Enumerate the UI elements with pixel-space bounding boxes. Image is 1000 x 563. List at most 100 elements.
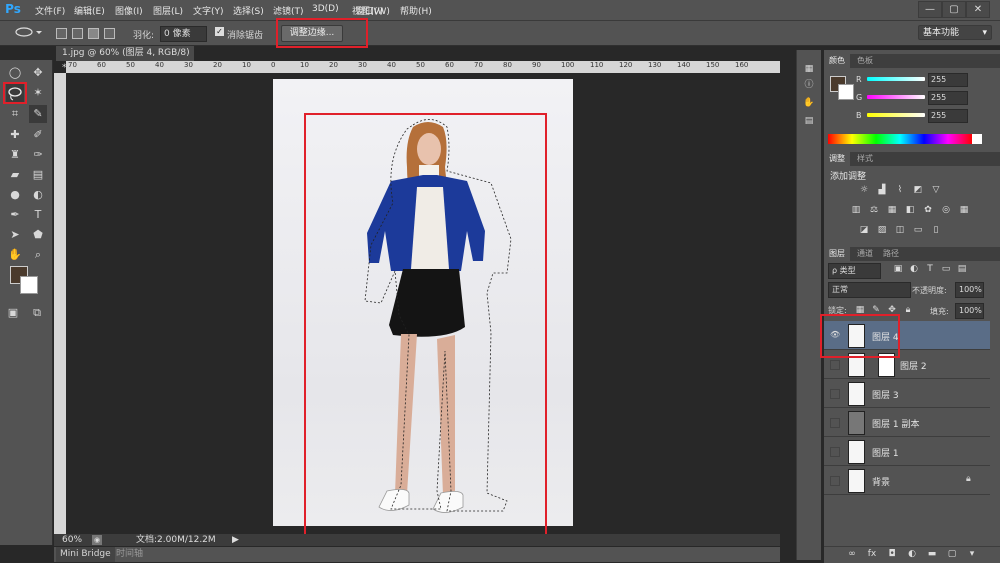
layer-filter-select[interactable]: ρ 类型 [828,263,881,279]
mixer-icon[interactable]: ◎ [940,205,952,216]
fill-input[interactable]: 100% [955,303,984,319]
opacity-input[interactable]: 100% [955,282,984,298]
layer-row[interactable]: 图层 1 [824,437,990,466]
gradient-tool-icon[interactable]: ▤ [29,166,47,184]
vibrance-icon[interactable]: ▥ [850,205,862,216]
filter-type-icon[interactable]: T [924,264,936,275]
brush-preset-icon[interactable]: ▤ [803,116,815,127]
tab-swatches[interactable]: 色板 [852,54,878,68]
visibility-toggle[interactable] [830,476,840,486]
r-slider[interactable] [867,77,925,81]
magic-wand-icon[interactable]: ✶ [29,84,47,102]
zoom-level[interactable]: 60% [62,534,82,546]
brightness-icon[interactable]: ☼ [858,185,870,196]
intersect-selection-icon[interactable] [104,28,115,39]
eraser-tool-icon[interactable]: ▰ [6,166,24,184]
tab-adjustments[interactable]: 调整 [824,152,850,166]
lasso-tool-preset-icon[interactable] [14,27,42,39]
filter-adjust-icon[interactable]: ◐ [908,264,920,275]
menu-3d[interactable]: 3D(D) [312,4,339,14]
hue-icon[interactable]: ▦ [886,205,898,216]
document-tab[interactable]: 1.jpg @ 60% (图层 4, RGB/8) * × [56,46,194,73]
healing-tool-icon[interactable]: ✚ [6,126,24,144]
blend-mode-select[interactable]: 正常 [828,282,911,298]
layer-row[interactable]: 图层 1 副本 [824,408,990,437]
status-menu-arrow-icon[interactable]: ▶ [232,534,239,546]
lookup-icon[interactable]: ▦ [958,205,970,216]
path-select-icon[interactable]: ➤ [6,226,24,244]
color-bg-swatch[interactable] [838,84,854,100]
adjustment-icon[interactable]: ◐ [906,549,918,560]
g-slider[interactable] [867,95,925,99]
posterize-icon[interactable]: ▨ [876,225,888,236]
threshold-icon[interactable]: ◫ [894,225,906,236]
blur-tool-icon[interactable]: ● [6,186,24,204]
dodge-tool-icon[interactable]: ◐ [29,186,47,204]
trash-icon[interactable]: ▾ [966,549,978,560]
move-tool-icon[interactable]: ✥ [29,64,47,82]
mini-bridge-tab[interactable]: Mini Bridge [56,547,115,562]
marquee-tool-icon[interactable]: ◯ [6,64,24,82]
shape-tool-icon[interactable]: ⬟ [29,226,47,244]
curves-icon[interactable]: ⌇ [894,185,906,196]
filter-smart-icon[interactable]: ▤ [956,264,968,275]
visibility-toggle[interactable] [830,418,840,428]
feather-input[interactable]: 0 像素 [160,26,207,42]
bw-icon[interactable]: ◧ [904,205,916,216]
visibility-toggle[interactable] [830,447,840,457]
menu-edit[interactable]: 编辑(E) [74,4,105,17]
group-icon[interactable]: ▬ [926,549,938,560]
stamp-tool-icon[interactable]: ♜ [6,146,24,164]
zoom-tool-icon[interactable]: ⌕ [29,246,47,264]
tab-channels[interactable]: 通道 [852,247,878,261]
layer-row[interactable]: 图层 3 [824,379,990,408]
menu-type[interactable]: 文字(Y) [193,4,224,17]
type-tool-icon[interactable]: T [29,206,47,224]
menu-window-label[interactable]: 窗口(W) [356,4,390,17]
photo-filter-icon[interactable]: ✿ [922,205,934,216]
invert-icon[interactable]: ◪ [858,225,870,236]
b-slider[interactable] [867,113,925,117]
menu-filter[interactable]: 滤镜(T) [273,4,304,17]
brush-panel-icon[interactable]: ✋ [803,98,815,109]
minimize-button[interactable]: — [918,1,942,18]
fx-icon[interactable]: fx [866,549,878,560]
tab-layers[interactable]: 图层 [824,247,850,261]
add-selection-icon[interactable] [72,28,83,39]
g-value[interactable]: 255 [928,91,968,105]
info-panel-icon[interactable]: ⓘ [803,80,815,91]
pen-tool-icon[interactable]: ✒ [6,206,24,224]
history-brush-icon[interactable]: ✑ [29,146,47,164]
workspace-select[interactable]: 基本功能 ▾ [918,25,992,40]
menu-help[interactable]: 帮助(H) [400,4,432,17]
crop-tool-icon[interactable]: ⌗ [6,105,24,123]
levels-icon[interactable]: ▟ [876,185,888,196]
quick-mask-icon[interactable]: ▣ [4,304,22,322]
menu-file[interactable]: 文件(F) [35,4,65,17]
selective-icon[interactable]: ▯ [930,225,942,236]
maximize-button[interactable]: ▢ [942,1,966,18]
map-icon[interactable]: ▭ [912,225,924,236]
tab-styles[interactable]: 样式 [852,152,878,166]
menu-select[interactable]: 选择(S) [233,4,264,17]
eyedropper-tool-icon[interactable]: ✎ [29,105,47,123]
new-layer-icon[interactable]: ▢ [946,549,958,560]
history-panel-icon[interactable]: ▦ [803,64,815,75]
subtract-selection-icon[interactable] [88,28,99,39]
status-info-icon[interactable]: ◉ [92,535,102,545]
mask-icon[interactable]: ◘ [886,549,898,560]
menu-image[interactable]: 图像(I) [115,4,143,17]
r-value[interactable]: 255 [928,73,968,87]
visibility-toggle[interactable] [830,389,840,399]
close-button[interactable]: ✕ [966,1,990,18]
new-selection-icon[interactable] [56,28,67,39]
color-spectrum[interactable] [828,134,972,144]
triangle-icon[interactable]: ▽ [930,185,942,196]
visibility-toggle[interactable] [830,360,840,370]
filter-shape-icon[interactable]: ▭ [940,264,952,275]
lock-all-icon[interactable]: 🔒︎ [902,305,914,316]
screen-mode-icon[interactable]: ⧉ [28,304,46,322]
filter-pixel-icon[interactable]: ▣ [892,264,904,275]
antialias-checkbox[interactable]: ✓ [215,27,224,36]
balance-icon[interactable]: ⚖ [868,205,880,216]
